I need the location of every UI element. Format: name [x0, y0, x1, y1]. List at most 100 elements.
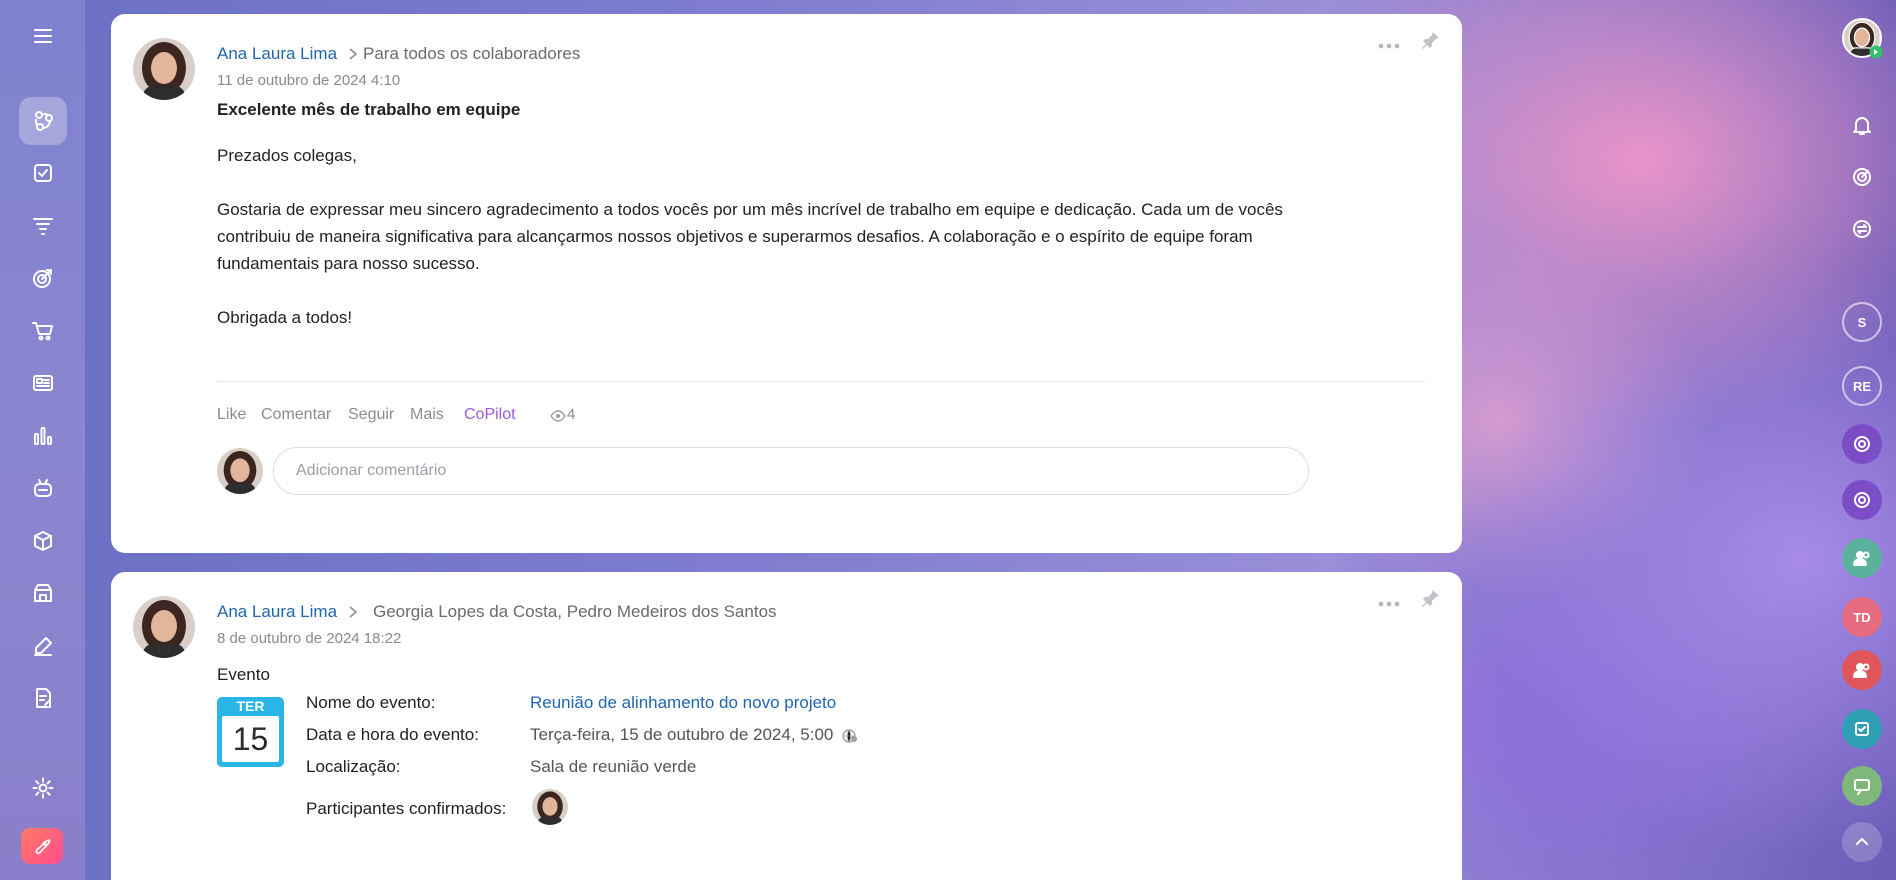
target-icon [31, 266, 55, 290]
like-button[interactable]: Like [217, 406, 246, 424]
calendar-weekday: TER [236, 698, 265, 714]
rocket-icon [32, 836, 52, 856]
analytics-icon [31, 424, 55, 448]
chat-avatar-s[interactable]: S [1842, 302, 1882, 342]
cart-icon [31, 319, 55, 343]
post-paragraph: Gostaria de expressar meu sincero agrade… [217, 200, 1283, 273]
event-datetime-label: Data e hora do evento: [306, 725, 479, 744]
copilot-chat-item[interactable] [1842, 480, 1882, 520]
divider [217, 381, 1426, 382]
sidebar-item-sign[interactable] [19, 622, 67, 670]
current-user-avatar [217, 448, 263, 494]
sidebar-item-feed[interactable] [19, 97, 67, 145]
notifications-button[interactable] [1842, 105, 1882, 145]
task-chat-item[interactable] [1842, 709, 1882, 749]
bot-icon [31, 476, 55, 500]
task-chat-icon [1851, 718, 1873, 740]
sidebar-item-crm[interactable] [19, 202, 67, 250]
view-count: 4 [567, 406, 576, 423]
sidebar-item-shop[interactable] [19, 307, 67, 355]
feed-post: Ana Laura Lima Para todos os colaborador… [111, 14, 1462, 553]
left-sidebar [0, 0, 85, 880]
copilot-button[interactable] [1842, 157, 1882, 197]
comment-input[interactable] [273, 447, 1309, 495]
funnel-icon [31, 214, 55, 238]
sidebar-item-news[interactable] [19, 359, 67, 407]
chat-avatar-re[interactable]: RE [1842, 366, 1882, 406]
calendar-badge: TER 15 [217, 697, 284, 767]
box-icon [31, 529, 55, 553]
group-chat-item[interactable] [1842, 538, 1882, 578]
eye-icon [550, 410, 566, 422]
sidebar-item-store[interactable] [19, 569, 67, 617]
post-date[interactable]: 11 de outubro de 2024 4:10 [217, 72, 400, 89]
sidebar-item-goals[interactable] [19, 254, 67, 302]
chat-icon [1851, 775, 1873, 797]
follow-button[interactable]: Seguir [348, 406, 394, 424]
post-date[interactable]: 8 de outubro de 2024 18:22 [217, 630, 401, 647]
more-button[interactable]: Mais [410, 406, 444, 424]
post-title: Excelente mês de trabalho em equipe [217, 100, 521, 119]
transfer-icon [1851, 218, 1873, 240]
calendar-day: 15 [222, 716, 279, 762]
chevron-up-icon [1853, 833, 1871, 851]
chat-avatar-td[interactable]: TD [1842, 597, 1882, 637]
author-avatar[interactable] [133, 596, 195, 658]
pin-icon[interactable] [1421, 588, 1441, 608]
group-red-icon [1851, 659, 1873, 681]
menu-button[interactable] [19, 12, 67, 60]
comment-button[interactable]: Comentar [261, 406, 331, 424]
post-paragraph: Obrigada a todos! [217, 308, 353, 327]
chat-avatar-initials: TD [1853, 609, 1871, 625]
feed-icon [30, 108, 56, 134]
chat-avatar-initials: S [1857, 314, 1867, 330]
copilot-button[interactable]: CoPilot [464, 406, 516, 424]
sidebar-item-settings[interactable] [19, 764, 67, 812]
chat-avatar-initials: RE [1852, 378, 1872, 394]
store-icon [31, 581, 55, 605]
event-name-label: Nome do evento: [306, 693, 436, 712]
more-options-icon[interactable] [1377, 600, 1401, 608]
document-icon [31, 686, 55, 710]
event-datetime-value: Terça-feira, 15 de outubro de 2024, 5:00 [530, 725, 834, 744]
tasks-icon [31, 161, 55, 185]
sidebar-item-automation[interactable] [19, 464, 67, 512]
participant-avatar[interactable] [532, 789, 568, 825]
copilot-icon [1851, 166, 1873, 188]
post-destination[interactable]: Para todos os colaboradores [363, 44, 580, 64]
chevron-right-icon [347, 605, 359, 619]
bell-icon [1851, 114, 1873, 136]
copilot-chat-icon [1851, 433, 1873, 455]
event-location-value: Sala de reunião verde [530, 757, 697, 776]
online-status-icon [1869, 45, 1883, 59]
pin-icon[interactable] [1421, 30, 1441, 50]
sidebar-item-tasks[interactable] [19, 149, 67, 197]
sidebar-item-analytics[interactable] [19, 412, 67, 460]
right-rail: S RE TD [1828, 0, 1896, 880]
event-location-label: Localização: [306, 757, 401, 776]
feed-post: Ana Laura Lima Georgia Lopes da Costa, P… [111, 572, 1462, 880]
sidebar-item-inventory[interactable] [19, 517, 67, 565]
author-avatar[interactable] [133, 38, 195, 100]
sign-icon [31, 634, 55, 658]
copilot-chat-item[interactable] [1842, 424, 1882, 464]
post-destination[interactable]: Georgia Lopes da Costa, Pedro Medeiros d… [373, 602, 777, 622]
chevron-right-icon [347, 47, 359, 61]
group-icon [1851, 547, 1873, 569]
menu-icon [32, 25, 54, 47]
sidebar-item-documents[interactable] [19, 674, 67, 722]
transfer-button[interactable] [1842, 209, 1882, 249]
copilot-chat-icon [1851, 489, 1873, 511]
more-options-icon[interactable] [1377, 42, 1401, 50]
post-author-link[interactable]: Ana Laura Lima [217, 44, 337, 64]
timezone-icon [842, 728, 858, 744]
news-icon [31, 371, 55, 395]
event-name-link[interactable]: Reunião de alinhamento do novo projeto [530, 693, 836, 713]
group-chat-item[interactable] [1842, 650, 1882, 690]
rocket-button[interactable] [21, 828, 63, 864]
post-type-label: Evento [217, 665, 270, 684]
post-paragraph: Prezados colegas, [217, 146, 357, 165]
scroll-up-button[interactable] [1842, 822, 1882, 862]
chat-item[interactable] [1842, 766, 1882, 806]
post-author-link[interactable]: Ana Laura Lima [217, 602, 337, 622]
